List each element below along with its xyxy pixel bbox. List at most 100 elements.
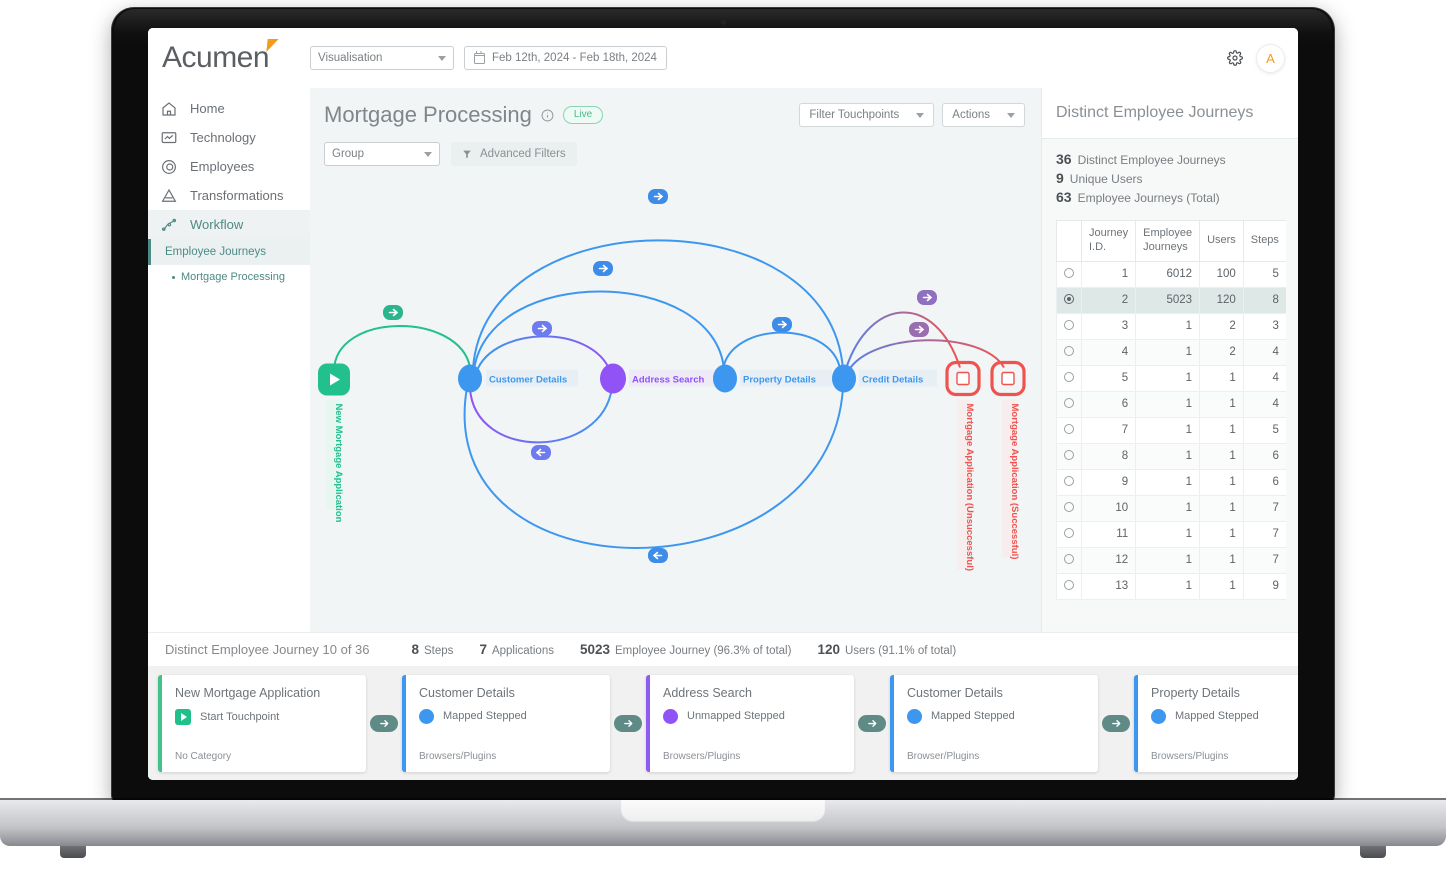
row-select-radio[interactable]	[1056, 468, 1082, 496]
graph-node-address-search[interactable]: Address Search	[600, 363, 719, 394]
radio-icon	[1064, 527, 1074, 538]
table-row[interactable]: 11 1 1 7	[1056, 520, 1286, 548]
touchpoint-card[interactable]: Property Details Mapped Stepped Browsers/P…	[1134, 674, 1298, 772]
row-select-radio[interactable]	[1056, 338, 1082, 366]
date-range-picker[interactable]: Feb 12th, 2024 - Feb 18th, 2024	[464, 46, 667, 70]
page-title: Mortgage Processing	[324, 102, 532, 127]
card-type-label: Start Touchpoint	[200, 710, 280, 723]
group-select[interactable]: Group	[324, 142, 440, 166]
row-select-radio[interactable]	[1056, 494, 1082, 522]
table-row[interactable]: 1 6012 100 5	[1056, 260, 1286, 288]
cell-users: 1	[1199, 546, 1244, 574]
row-select-radio[interactable]	[1056, 364, 1082, 392]
graph-node-unsuccessful[interactable]: Mortgage Application (Unsuccessful)	[945, 360, 981, 572]
edge-arrow-address-customer[interactable]	[531, 445, 551, 460]
edge-arrow-start-customer[interactable]	[383, 305, 403, 320]
edge-start-customer	[333, 325, 471, 372]
canvas-header-actions: Filter Touchpoints Actions	[799, 103, 1025, 127]
cell-steps: 6	[1242, 442, 1286, 470]
radio-icon	[1064, 475, 1074, 486]
table-row[interactable]: 9116	[1056, 468, 1286, 496]
graph-node-successful[interactable]: Mortgage Application (Successful)	[990, 360, 1026, 560]
row-select-radio[interactable]	[1056, 260, 1082, 288]
step-type-dot-icon	[907, 708, 922, 724]
row-select-radio[interactable]	[1056, 442, 1082, 470]
touchpoint-cards-row[interactable]: New Mortgage Application Start Touchpoint…	[148, 666, 1298, 780]
summary-value: 7	[479, 642, 487, 657]
row-select-radio[interactable]	[1056, 416, 1082, 444]
table-row[interactable]: 6114	[1056, 390, 1286, 418]
sidebar-item-transformations[interactable]: Transformations	[148, 181, 310, 210]
journeys-table-wrap: Journey I.D. Employee Journeys Users Ste…	[1056, 220, 1286, 632]
touchpoint-card[interactable]: Customer Details Mapped Stepped Browser/Pl…	[890, 674, 1098, 772]
info-icon[interactable]	[541, 109, 554, 122]
row-select-radio[interactable]	[1056, 520, 1082, 548]
cell-employee-journeys: 1	[1135, 494, 1201, 522]
sidebar-item-technology[interactable]: Technology	[148, 123, 310, 152]
advanced-filters-button[interactable]: Advanced Filters	[451, 142, 577, 166]
journey-summary-bar: Distinct Employee Journey 10 of 36 8 Ste…	[148, 632, 1298, 666]
view-select-value: Visualisation	[318, 52, 383, 64]
row-select-radio[interactable]	[1056, 312, 1082, 340]
cell-steps: 4	[1242, 338, 1286, 366]
card-type-row: Start Touchpoint	[175, 708, 353, 725]
table-row[interactable]: 10 1 1 7	[1056, 494, 1286, 522]
logo-flag-icon	[266, 39, 279, 52]
actions-button[interactable]: Actions	[942, 103, 1025, 127]
table-row[interactable]: 4124	[1056, 338, 1286, 366]
row-select-radio[interactable]	[1056, 286, 1082, 314]
cell-users: 100	[1199, 260, 1244, 288]
gear-icon[interactable]	[1227, 50, 1243, 66]
touchpoint-card[interactable]: New Mortgage Application Start Touchpoint…	[158, 674, 366, 772]
filter-touchpoints-button[interactable]: Filter Touchpoints	[799, 103, 935, 127]
sidebar-item-employee-journeys[interactable]: Employee Journeys	[148, 239, 310, 265]
sidebar-item-employees[interactable]: Employees	[148, 152, 310, 181]
edge-arrow-property-credit[interactable]	[772, 317, 792, 332]
graph-node-start[interactable]: New Mortgage Application	[318, 363, 350, 523]
row-select-radio[interactable]	[1056, 572, 1082, 600]
arrow-right-icon	[1102, 714, 1130, 732]
canvas-controls: Group Advanced Filters	[324, 142, 1025, 166]
row-select-radio[interactable]	[1056, 390, 1082, 418]
table-row[interactable]: 3123	[1056, 312, 1286, 340]
touchpoint-card[interactable]: Address Search Unmapped Stepped Browsers/P…	[646, 674, 854, 772]
edge-arrow-credit-successful[interactable]	[909, 322, 929, 337]
table-row[interactable]: 2 5023 120 8	[1056, 286, 1286, 314]
graph-node-property-details[interactable]: Property Details	[713, 364, 832, 393]
avatar[interactable]: A	[1257, 44, 1284, 72]
edge-arrow-credit-customer[interactable]	[648, 548, 668, 563]
cell-journey-id: 1	[1080, 260, 1137, 288]
edge-arrow-customer-credit[interactable]	[648, 189, 668, 204]
table-row[interactable]: 7115	[1056, 416, 1286, 444]
graph-node-credit-details[interactable]: Credit Details	[832, 364, 937, 393]
edge-arrow-credit-unsuccessful[interactable]	[917, 290, 937, 305]
graph-node-customer-details[interactable]: Customer Details	[458, 364, 578, 393]
edge-arrow-customer-property[interactable]	[593, 261, 613, 276]
sidebar-item-workflow[interactable]: Workflow	[148, 210, 310, 239]
touchpoint-card[interactable]: Customer Details Mapped Stepped Browsers/P…	[402, 674, 610, 772]
row-select-radio[interactable]	[1056, 546, 1082, 574]
journey-graph[interactable]: New Mortgage Application Customer Detail…	[310, 166, 1041, 632]
sidebar-item-mortgage-processing[interactable]: Mortgage Processing	[148, 265, 310, 289]
card-category: Browser/Plugins	[907, 750, 980, 762]
table-row[interactable]: 8116	[1056, 442, 1286, 470]
summary-label: Users (91.1% of total)	[844, 645, 957, 657]
card-category: Browsers/Plugins	[1151, 750, 1229, 762]
panel-title: Distinct Employee Journeys	[1042, 88, 1298, 139]
cell-employee-journeys: 1	[1135, 338, 1201, 366]
edge-credit-customer-bottom	[463, 387, 844, 549]
edge-arrow-customer-address[interactable]	[532, 321, 552, 336]
radio-icon	[1064, 345, 1074, 356]
sidebar: Home Technology Employees Transformation…	[148, 88, 310, 632]
advanced-filters-label: Advanced Filters	[480, 148, 566, 160]
cell-journey-id: 2	[1080, 286, 1137, 314]
table-row[interactable]: 12 1 1 7	[1056, 546, 1286, 574]
distinct-journeys-panel: Distinct Employee Journeys 36 Distinct E…	[1041, 88, 1298, 632]
summary-value: 120	[817, 642, 840, 657]
cell-users: 1	[1199, 572, 1244, 600]
sidebar-item-home[interactable]: Home	[148, 94, 310, 123]
table-row[interactable]: 5114	[1056, 364, 1286, 392]
card-connector	[854, 714, 890, 732]
view-select[interactable]: Visualisation	[310, 46, 454, 70]
table-row[interactable]: 13 1 1 9	[1056, 572, 1286, 600]
